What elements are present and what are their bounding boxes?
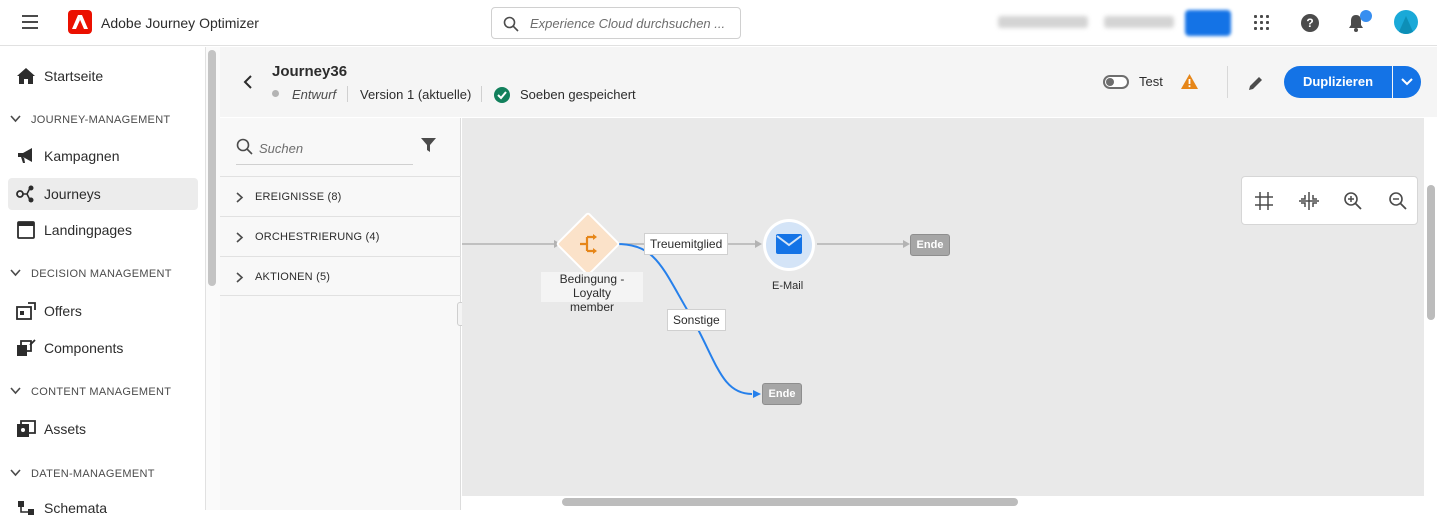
status-dot xyxy=(272,90,279,97)
app-title[interactable]: Adobe Journey Optimizer xyxy=(101,15,259,31)
checkmark-circle-icon xyxy=(494,87,510,103)
components-icon xyxy=(17,339,36,356)
landing-page-icon xyxy=(17,221,35,239)
chevron-down-icon xyxy=(10,115,21,123)
divider xyxy=(1227,66,1228,98)
canvas-horizontal-scrollbar[interactable] xyxy=(562,498,1018,506)
category-label: AKTIONEN (5) xyxy=(255,271,331,283)
adobe-logo-icon[interactable] xyxy=(68,10,92,34)
sidebar-item-label: Journeys xyxy=(44,186,101,202)
sidebar-item-label: Startseite xyxy=(44,68,104,84)
section-label: CONTENT MANAGEMENT xyxy=(31,386,172,398)
search-icon xyxy=(503,16,519,32)
search-placeholder: Experience Cloud durchsuchen ... xyxy=(530,16,726,31)
home-icon xyxy=(17,68,35,84)
chevron-right-icon xyxy=(236,192,244,203)
top-bar: Adobe Journey Optimizer Experience Cloud… xyxy=(0,0,1437,46)
sidebar-item-label: Assets xyxy=(44,421,87,437)
journey-icon xyxy=(16,185,34,203)
arrowhead xyxy=(755,240,762,248)
arrowhead xyxy=(903,240,910,248)
sidebar-item-label: Offers xyxy=(44,303,82,319)
path-label-loyal[interactable]: Treuemitglied xyxy=(644,233,729,255)
section-label: DATEN-MANAGEMENT xyxy=(31,468,155,480)
divider xyxy=(347,86,348,102)
divider xyxy=(481,86,482,102)
hamburger-menu-icon[interactable] xyxy=(22,15,38,29)
search-underline xyxy=(236,164,413,165)
sidebar-item-kampagnen[interactable]: Kampagnen xyxy=(8,140,198,172)
section-label: DECISION MANAGEMENT xyxy=(31,268,172,280)
sandbox-switcher-blurred[interactable] xyxy=(1104,16,1174,28)
canvas-zoom-toolbar xyxy=(1241,176,1418,225)
journey-status: Entwurf xyxy=(292,87,337,102)
sidebar-item-startseite[interactable]: Startseite xyxy=(8,60,198,92)
fit-to-screen-icon[interactable] xyxy=(1298,191,1320,211)
journey-version[interactable]: Version 1 (aktuelle) xyxy=(360,87,471,102)
arrowhead xyxy=(753,390,761,398)
section-label: JOURNEY-MANAGEMENT xyxy=(31,114,171,126)
chevron-down-icon xyxy=(10,469,21,477)
end-node[interactable]: Ende xyxy=(910,234,950,256)
grid-icon[interactable] xyxy=(1254,191,1274,211)
category-label: ORCHESTRIERUNG (4) xyxy=(255,231,380,243)
sidebar-item-assets[interactable]: Assets xyxy=(8,413,198,445)
avatar[interactable] xyxy=(1394,10,1418,34)
chevron-right-icon xyxy=(236,232,244,243)
help-icon[interactable]: ? xyxy=(1301,14,1319,32)
journey-title: Journey36 xyxy=(272,63,348,80)
chevron-down-icon xyxy=(1401,78,1413,86)
schema-icon xyxy=(18,501,34,515)
sidebar-item-label: Components xyxy=(44,340,124,356)
zoom-in-icon[interactable] xyxy=(1343,191,1363,211)
megaphone-icon xyxy=(18,148,32,163)
sidebar-item-schemata[interactable]: Schemata xyxy=(8,492,198,524)
filter-icon[interactable] xyxy=(420,137,437,153)
canvas-vertical-scrollbar[interactable] xyxy=(1427,185,1435,320)
email-action-node[interactable] xyxy=(763,219,815,271)
chevron-right-icon xyxy=(236,272,244,283)
email-envelope-icon xyxy=(776,234,802,254)
end-node[interactable]: Ende xyxy=(762,383,802,405)
offer-icon xyxy=(16,302,36,320)
save-status: Soeben gespeichert xyxy=(520,87,636,102)
back-chevron-icon[interactable] xyxy=(243,75,253,89)
assets-icon xyxy=(17,420,36,437)
sidebar-item-components[interactable]: Components xyxy=(8,332,198,364)
sidebar-item-landingpages[interactable]: Landingpages xyxy=(8,214,198,246)
condition-label-line-1: Bedingung - Loyalty xyxy=(559,272,625,300)
sidebar-item-label: Schemata xyxy=(44,500,108,516)
environment-badge-blurred[interactable] xyxy=(1185,10,1231,36)
duplicate-button[interactable]: Duplizieren xyxy=(1284,66,1392,98)
palette-category-aktionen[interactable]: AKTIONEN (5) xyxy=(220,256,461,296)
test-mode-toggle[interactable] xyxy=(1103,75,1129,89)
palette-category-ereignisse[interactable]: EREIGNISSE (8) xyxy=(220,176,461,216)
org-switcher-blurred[interactable] xyxy=(998,16,1088,28)
palette-search-input[interactable]: Suchen xyxy=(259,141,303,156)
sidebar-item-label: Kampagnen xyxy=(44,148,120,164)
condition-split-icon xyxy=(580,234,597,254)
test-toggle-label: Test xyxy=(1139,74,1163,89)
sidebar-item-label: Landingpages xyxy=(44,222,132,238)
apps-grid-icon[interactable] xyxy=(1254,15,1270,31)
chevron-down-icon xyxy=(10,269,21,277)
zoom-out-icon[interactable] xyxy=(1388,191,1408,211)
notification-badge xyxy=(1360,10,1372,22)
warning-icon[interactable] xyxy=(1180,73,1199,90)
path-label-other[interactable]: Sonstige xyxy=(667,309,726,331)
condition-node-label: Bedingung - Loyalty member xyxy=(541,272,643,314)
email-node-label: E-Mail xyxy=(772,280,804,292)
sidebar-item-offers[interactable]: Offers xyxy=(8,295,198,327)
condition-label-line-2: member xyxy=(569,300,614,314)
category-label: EREIGNISSE (8) xyxy=(255,191,342,203)
palette-category-orchestrierung[interactable]: ORCHESTRIERUNG (4) xyxy=(220,216,461,256)
sidebar-item-journeys[interactable]: Journeys xyxy=(8,178,198,210)
global-search-input[interactable]: Experience Cloud durchsuchen ... xyxy=(491,7,741,39)
nav-scrollbar[interactable] xyxy=(208,50,216,286)
pencil-edit-icon[interactable] xyxy=(1247,74,1265,92)
search-icon xyxy=(236,138,253,155)
chevron-down-icon xyxy=(10,387,21,395)
